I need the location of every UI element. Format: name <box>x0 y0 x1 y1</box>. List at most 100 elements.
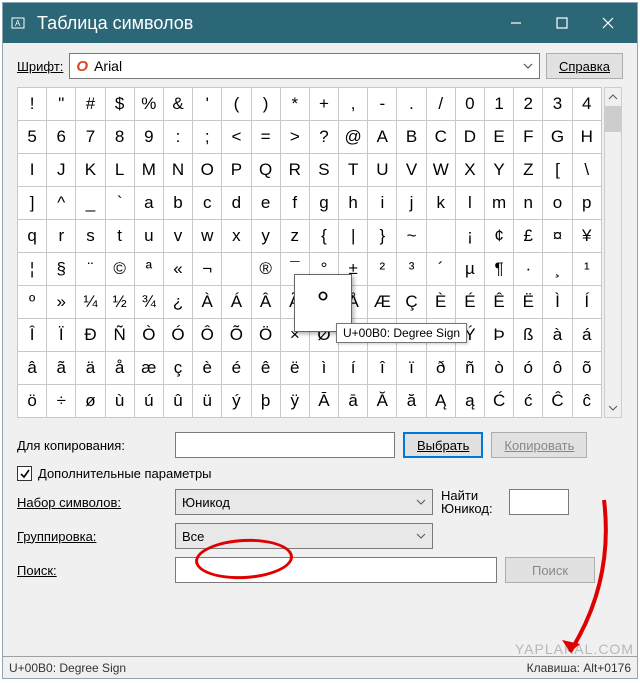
group-select[interactable]: Все <box>175 523 433 549</box>
char-cell[interactable]: @ <box>339 121 368 154</box>
char-cell[interactable]: Ï <box>47 319 76 352</box>
char-cell[interactable]: þ <box>251 385 280 418</box>
char-cell[interactable]: ð <box>426 352 455 385</box>
char-cell[interactable]: ¦ <box>18 253 47 286</box>
char-cell[interactable]: 8 <box>105 121 134 154</box>
char-cell[interactable]: 1 <box>485 88 514 121</box>
char-cell[interactable]: Ç <box>397 286 426 319</box>
char-cell[interactable]: ą <box>455 385 484 418</box>
char-cell[interactable]: & <box>163 88 192 121</box>
char-cell[interactable]: Ì <box>543 286 572 319</box>
char-cell[interactable]: ¸ <box>543 253 572 286</box>
char-cell[interactable]: Ê <box>485 286 514 319</box>
char-cell[interactable]: / <box>426 88 455 121</box>
char-cell[interactable]: [ <box>543 154 572 187</box>
char-cell[interactable]: w <box>193 220 222 253</box>
char-cell[interactable]: Y <box>485 154 514 187</box>
char-cell[interactable]: ¾ <box>134 286 163 319</box>
char-cell[interactable]: X <box>455 154 484 187</box>
char-cell[interactable]: ( <box>222 88 251 121</box>
char-cell[interactable]: Ă <box>368 385 397 418</box>
char-cell[interactable]: _ <box>76 187 105 220</box>
char-cell[interactable]: 0 <box>455 88 484 121</box>
char-cell[interactable]: Í <box>572 286 601 319</box>
char-cell[interactable]: D <box>455 121 484 154</box>
char-cell[interactable]: ¡ <box>455 220 484 253</box>
char-cell[interactable]: ă <box>397 385 426 418</box>
char-cell[interactable]: 9 <box>134 121 163 154</box>
char-cell[interactable]: ā <box>339 385 368 418</box>
char-cell[interactable]: Ó <box>163 319 192 352</box>
char-cell[interactable]: ö <box>18 385 47 418</box>
char-cell[interactable]: c <box>193 187 222 220</box>
char-cell[interactable]: $ <box>105 88 134 121</box>
copy-input[interactable] <box>175 432 395 458</box>
char-cell[interactable]: ñ <box>455 352 484 385</box>
char-cell[interactable]: g <box>309 187 338 220</box>
char-cell[interactable]: é <box>222 352 251 385</box>
char-cell[interactable]: ; <box>193 121 222 154</box>
char-cell[interactable]: È <box>426 286 455 319</box>
char-cell[interactable]: % <box>134 88 163 121</box>
char-cell[interactable]: 5 <box>18 121 47 154</box>
char-cell[interactable]: Z <box>514 154 543 187</box>
char-cell[interactable]: 6 <box>47 121 76 154</box>
char-cell[interactable]: v <box>163 220 192 253</box>
char-cell[interactable]: P <box>222 154 251 187</box>
char-cell[interactable]: e <box>251 187 280 220</box>
char-cell[interactable]: Õ <box>222 319 251 352</box>
char-cell[interactable]: ³ <box>397 253 426 286</box>
char-cell[interactable]: § <box>47 253 76 286</box>
char-cell[interactable]: ć <box>514 385 543 418</box>
char-cell[interactable]: F <box>514 121 543 154</box>
char-cell[interactable]: r <box>47 220 76 253</box>
char-cell[interactable]: ­ <box>222 253 251 286</box>
char-cell[interactable]: ý <box>222 385 251 418</box>
char-cell[interactable]: K <box>76 154 105 187</box>
char-cell[interactable]: ¹ <box>572 253 601 286</box>
char-cell[interactable]: á <box>572 319 601 352</box>
char-cell[interactable]: è <box>193 352 222 385</box>
char-cell[interactable]: k <box>426 187 455 220</box>
char-cell[interactable]: ¢ <box>485 220 514 253</box>
font-select[interactable]: O Arial <box>69 53 540 79</box>
char-cell[interactable]: Ö <box>251 319 280 352</box>
char-cell[interactable]: Q <box>251 154 280 187</box>
char-cell[interactable]: ß <box>514 319 543 352</box>
char-cell[interactable]: E <box>485 121 514 154</box>
char-cell[interactable]: f <box>280 187 309 220</box>
char-cell[interactable]: ¨ <box>76 253 105 286</box>
char-cell[interactable]: ô <box>543 352 572 385</box>
char-cell[interactable]: É <box>455 286 484 319</box>
char-cell[interactable]: W <box>426 154 455 187</box>
char-cell[interactable]: ] <box>18 187 47 220</box>
char-cell[interactable]: å <box>105 352 134 385</box>
char-cell[interactable]: } <box>368 220 397 253</box>
char-cell[interactable]: æ <box>134 352 163 385</box>
char-cell[interactable]: ½ <box>105 286 134 319</box>
char-cell[interactable]: à <box>543 319 572 352</box>
char-cell[interactable]: L <box>105 154 134 187</box>
advanced-checkbox[interactable]: Дополнительные параметры <box>17 466 623 481</box>
char-cell[interactable]: ¬ <box>193 253 222 286</box>
char-cell[interactable]: ® <box>251 253 280 286</box>
char-cell[interactable]: + <box>309 88 338 121</box>
char-cell[interactable]: ª <box>134 253 163 286</box>
char-cell[interactable]: ê <box>251 352 280 385</box>
char-cell[interactable]: I <box>18 154 47 187</box>
select-button[interactable]: Выбрать <box>403 432 483 458</box>
char-cell[interactable]: ä <box>76 352 105 385</box>
char-cell[interactable]: º <box>18 286 47 319</box>
char-cell[interactable]: ^ <box>47 187 76 220</box>
char-cell[interactable]: b <box>163 187 192 220</box>
char-cell[interactable]: a <box>134 187 163 220</box>
char-cell[interactable]: Î <box>18 319 47 352</box>
char-cell[interactable]: p <box>572 187 601 220</box>
char-cell[interactable]: Ò <box>134 319 163 352</box>
char-cell[interactable]: o <box>543 187 572 220</box>
char-cell[interactable]: Ć <box>485 385 514 418</box>
char-cell[interactable]: Ñ <box>105 319 134 352</box>
grid-scrollbar[interactable] <box>604 87 622 418</box>
scroll-up-icon[interactable] <box>605 88 621 106</box>
scroll-thumb[interactable] <box>605 106 621 132</box>
